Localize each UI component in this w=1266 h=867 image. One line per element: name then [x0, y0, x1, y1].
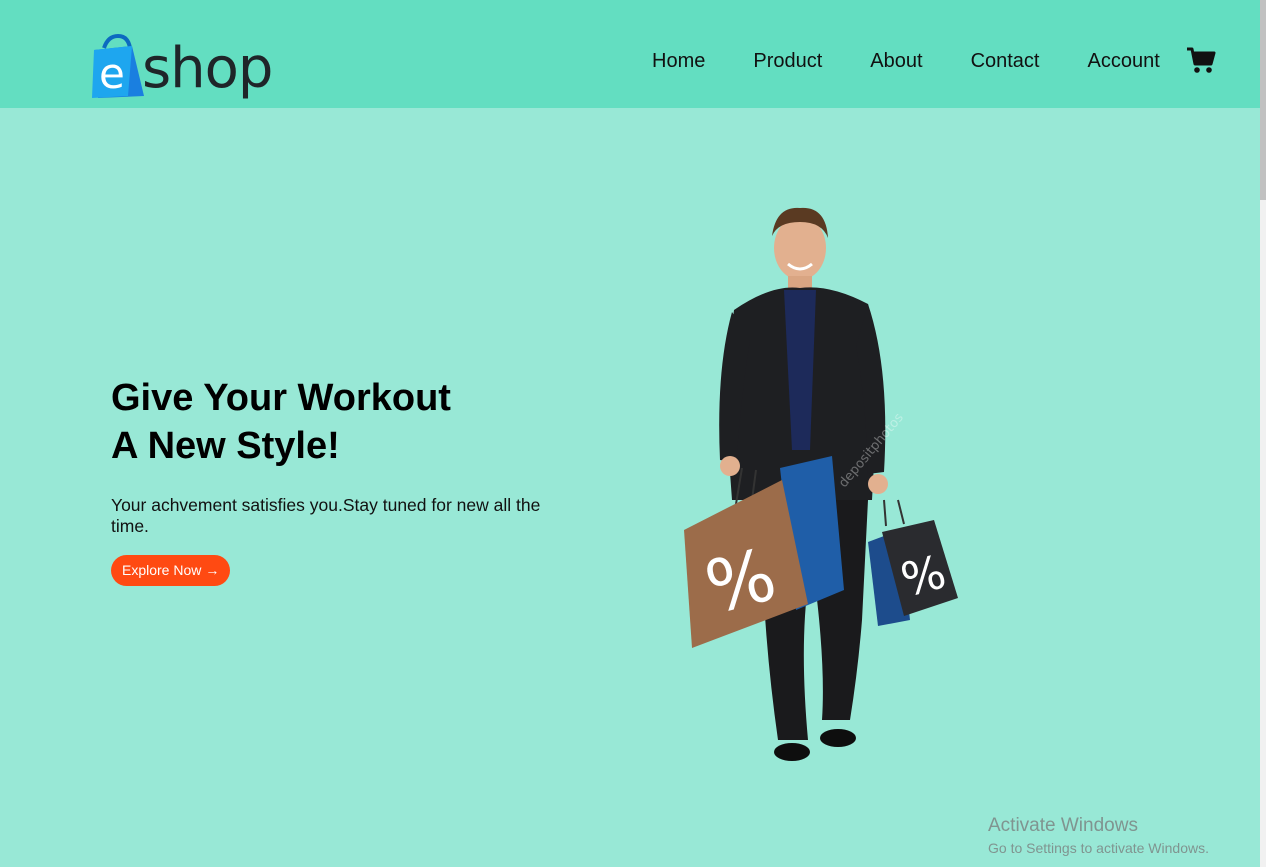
eshop-logo[interactable]: e shop — [88, 34, 308, 102]
shopping-bag-logo-icon: e — [92, 34, 144, 98]
logo-text: shop — [142, 36, 273, 101]
shopping-cart-icon[interactable] — [1186, 46, 1216, 74]
hero-subtitle: Your achvement satisfies you.Stay tuned … — [111, 495, 541, 536]
hero-title: Give Your Workout A New Style! — [111, 374, 571, 470]
logo-letter: e — [99, 49, 125, 98]
page-scrollbar[interactable] — [1260, 0, 1266, 867]
nav-product[interactable]: Product — [753, 46, 822, 76]
explore-now-button[interactable]: Explore Now → — [111, 555, 231, 586]
arrow-right-icon: → — [205, 562, 220, 578]
watermark-subtitle: Go to Settings to activate Windows. — [988, 840, 1209, 856]
nav-account[interactable]: Account — [1088, 46, 1160, 76]
hero-title-line1: Give Your Workout — [111, 377, 451, 419]
hero-title-line2: A New Style! — [111, 425, 340, 467]
activate-windows-watermark: Activate Windows Go to Settings to activ… — [988, 814, 1209, 858]
hero-image-man-with-shopping-bags: % % depositphotos — [684, 207, 958, 761]
nav-contact[interactable]: Contact — [971, 46, 1040, 76]
nav-home[interactable]: Home — [652, 46, 705, 76]
nav-about[interactable]: About — [870, 46, 922, 76]
main-nav: Home Product About Contact Account — [652, 46, 1160, 76]
scrollbar-thumb[interactable] — [1260, 0, 1266, 200]
watermark-title: Activate Windows — [988, 815, 1138, 836]
explore-now-label: Explore Now — [122, 562, 202, 578]
site-header: e shop Home Product About Contact Accoun… — [0, 0, 1260, 108]
